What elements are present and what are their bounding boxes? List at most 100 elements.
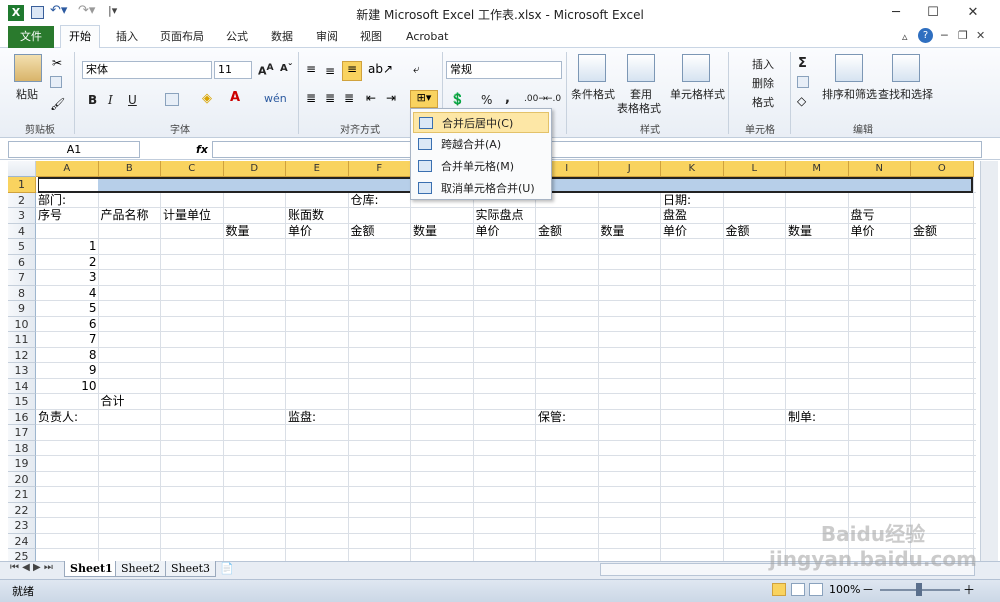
shrink-font-icon[interactable]: Aˇ: [280, 63, 293, 74]
formula-input[interactable]: [212, 141, 982, 158]
redo-icon[interactable]: ↷▾: [78, 3, 95, 18]
column-header-n[interactable]: N: [848, 161, 911, 177]
doc-close-icon[interactable]: ✕: [976, 29, 985, 42]
tab-page-layout[interactable]: 页面布局: [152, 26, 212, 48]
phonetic-icon[interactable]: wén: [264, 92, 287, 105]
conditional-format-button[interactable]: 条件格式: [571, 86, 615, 102]
row-header-22[interactable]: 22: [8, 502, 36, 518]
cut-icon[interactable]: ✂: [52, 56, 62, 70]
worksheet-grid[interactable]: ABCDEFGHIJKLMNO 123456789101112131415161…: [8, 161, 978, 561]
cell-style-icon[interactable]: [682, 54, 710, 82]
italic-button[interactable]: I: [108, 93, 113, 107]
sheet-tab-3[interactable]: Sheet3: [165, 561, 217, 577]
column-header-m[interactable]: M: [786, 161, 849, 177]
row-header-19[interactable]: 19: [8, 456, 36, 472]
column-header-f[interactable]: F: [348, 161, 411, 177]
sort-filter-icon[interactable]: [835, 54, 863, 82]
tab-data[interactable]: 数据: [263, 26, 301, 48]
name-box[interactable]: A1: [8, 141, 140, 158]
fill-color-icon[interactable]: ◈: [202, 91, 212, 106]
number-format-select[interactable]: 常规: [446, 61, 562, 79]
align-right-icon[interactable]: ≣: [344, 91, 354, 105]
new-sheet-icon[interactable]: 📄: [220, 562, 234, 575]
column-header-b[interactable]: B: [98, 161, 161, 177]
tab-home[interactable]: 开始: [60, 25, 100, 49]
table-format-button-line2[interactable]: 表格格式: [617, 100, 661, 116]
increase-decimal-icon[interactable]: .00→: [524, 94, 546, 104]
cell-style-button[interactable]: 单元格样式: [670, 86, 725, 102]
font-size-select[interactable]: 11: [214, 61, 252, 79]
column-header-k[interactable]: K: [661, 161, 724, 177]
menu-merge-cells[interactable]: 合并单元格(M): [413, 156, 549, 177]
excel-app-icon[interactable]: X: [8, 5, 24, 21]
paste-icon[interactable]: [14, 54, 42, 82]
tab-insert[interactable]: 插入: [108, 26, 146, 48]
row-header-8[interactable]: 8: [8, 285, 36, 301]
row-header-17[interactable]: 17: [8, 425, 36, 441]
sheet-nav-icon[interactable]: ⏮ ◀ ▶ ⏭: [10, 562, 53, 573]
insert-cells-button[interactable]: 插入: [752, 56, 774, 72]
grow-font-icon[interactable]: AA: [258, 62, 274, 78]
row-header-7[interactable]: 7: [8, 270, 36, 286]
minimize-button[interactable]: ─: [878, 0, 914, 26]
align-top-icon[interactable]: ≡: [306, 62, 316, 76]
sort-filter-button[interactable]: 排序和筛选: [822, 86, 877, 102]
row-header-9[interactable]: 9: [8, 301, 36, 317]
row-header-14[interactable]: 14: [8, 378, 36, 394]
row-header-4[interactable]: 4: [8, 223, 36, 239]
align-bottom-icon[interactable]: ≡: [342, 61, 362, 81]
row-header-10[interactable]: 10: [8, 316, 36, 332]
row-header-3[interactable]: 3: [8, 208, 36, 224]
orientation-icon[interactable]: ab↗: [368, 62, 393, 76]
row-header-21[interactable]: 21: [8, 487, 36, 503]
comma-button[interactable]: ,: [505, 91, 510, 106]
table-format-icon[interactable]: [627, 54, 655, 82]
doc-minimize-icon[interactable]: ─: [941, 29, 948, 42]
active-cell-a1[interactable]: [39, 178, 98, 191]
decrease-indent-icon[interactable]: ⇤: [366, 91, 376, 105]
row-header-24[interactable]: 24: [8, 533, 36, 549]
close-button[interactable]: ✕: [955, 0, 991, 26]
align-left-icon[interactable]: ≣: [306, 91, 316, 105]
menu-merge-center[interactable]: 合并后居中(C): [413, 112, 549, 133]
align-middle-icon[interactable]: ≡: [325, 64, 335, 78]
delete-cells-button[interactable]: 删除: [752, 75, 774, 91]
row-header-11[interactable]: 11: [8, 332, 36, 348]
page-layout-view-icon[interactable]: [791, 583, 805, 596]
borders-icon[interactable]: [165, 93, 179, 106]
row-header-18[interactable]: 18: [8, 440, 36, 456]
bold-button[interactable]: B: [88, 93, 97, 107]
select-all-corner[interactable]: [8, 161, 36, 177]
zoom-level[interactable]: 100%: [829, 583, 860, 596]
row-header-5[interactable]: 5: [8, 239, 36, 255]
tab-formulas[interactable]: 公式: [218, 26, 256, 48]
tab-review[interactable]: 审阅: [308, 26, 346, 48]
tab-file[interactable]: 文件: [8, 26, 54, 48]
align-center-icon[interactable]: ≣: [325, 91, 335, 105]
column-header-e[interactable]: E: [286, 161, 349, 177]
paste-button[interactable]: 粘贴: [16, 86, 38, 102]
format-painter-icon[interactable]: 🖌: [50, 97, 65, 111]
row-header-15[interactable]: 15: [8, 394, 36, 410]
currency-icon[interactable]: 💲: [450, 92, 465, 106]
maximize-button[interactable]: ☐: [915, 0, 951, 26]
clear-icon[interactable]: ◇: [797, 94, 806, 108]
row-header-12[interactable]: 12: [8, 347, 36, 363]
row-header-1[interactable]: 1: [8, 177, 36, 193]
page-break-view-icon[interactable]: [809, 583, 823, 596]
help-icon[interactable]: ?: [918, 28, 933, 43]
format-cells-button[interactable]: 格式: [752, 94, 774, 110]
row-header-20[interactable]: 20: [8, 471, 36, 487]
vertical-scrollbar[interactable]: [980, 161, 998, 561]
underline-button[interactable]: U: [128, 93, 137, 107]
doc-restore-icon[interactable]: ❐: [958, 29, 968, 42]
column-header-o[interactable]: O: [911, 161, 974, 177]
row-header-25[interactable]: 25: [8, 549, 36, 561]
normal-view-icon[interactable]: [772, 583, 786, 596]
undo-icon[interactable]: ↶▾: [50, 3, 67, 18]
sheet-tab-2[interactable]: Sheet2: [115, 561, 167, 577]
find-select-button[interactable]: 查找和选择: [878, 86, 933, 102]
copy-icon[interactable]: [50, 76, 62, 88]
tab-acrobat[interactable]: Acrobat: [398, 26, 456, 48]
column-header-d[interactable]: D: [223, 161, 286, 177]
